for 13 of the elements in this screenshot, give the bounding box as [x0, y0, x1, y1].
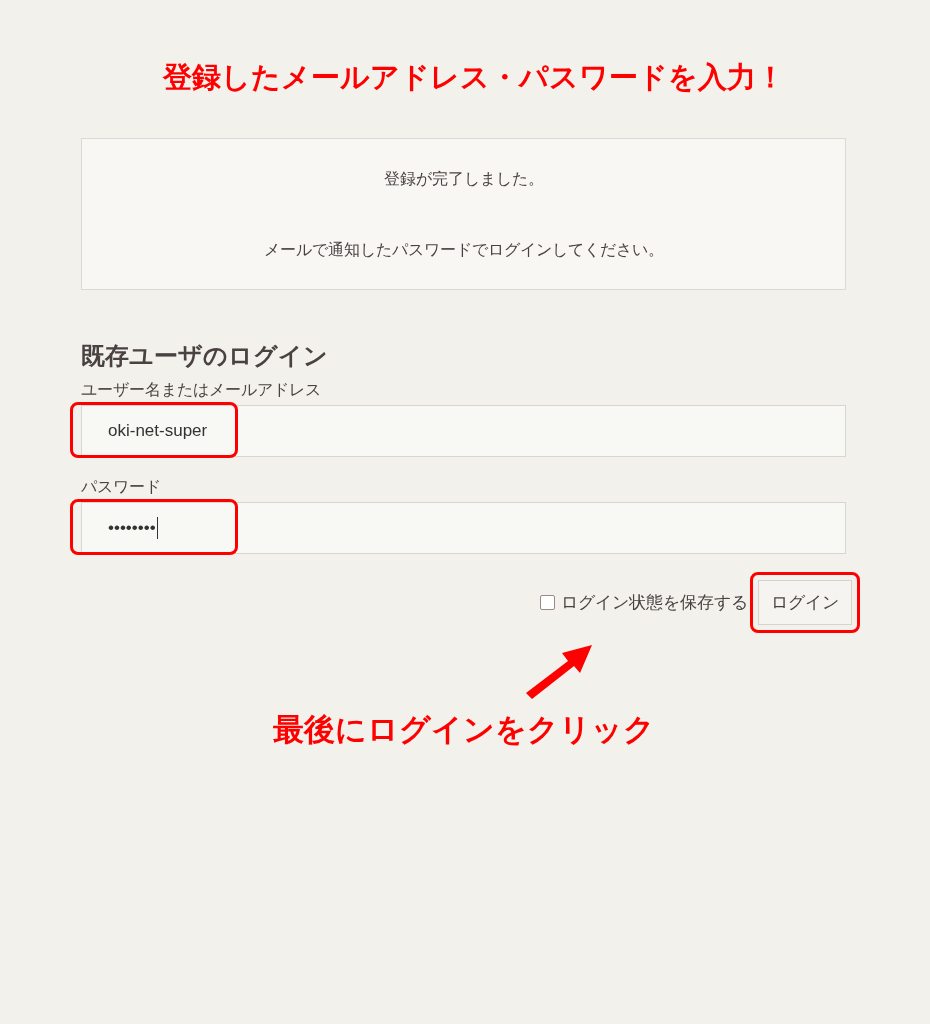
login-button[interactable]: ログイン [758, 580, 852, 625]
annotation-title: 登録したメールアドレス・パスワードを入力！ [162, 59, 785, 96]
field-label: ユーザー名またはメールアドレス [81, 380, 321, 401]
input-field[interactable]: oki-net-super [81, 405, 846, 457]
text-caret [156, 517, 158, 539]
field-label: パスワード [81, 477, 161, 498]
section-heading: 既存ユーザのログイン [81, 341, 329, 372]
input-field[interactable]: •••••••• [81, 502, 846, 554]
checkbox[interactable] [540, 595, 555, 610]
notice-message: 登録が完了しました。 [383, 169, 544, 190]
checkbox-label: ログイン状態を保存する [561, 591, 748, 614]
annotation-note: 最後にログインをクリック [272, 710, 655, 749]
notice-message: メールで通知したパスワードでログインしてください。 [263, 240, 664, 261]
